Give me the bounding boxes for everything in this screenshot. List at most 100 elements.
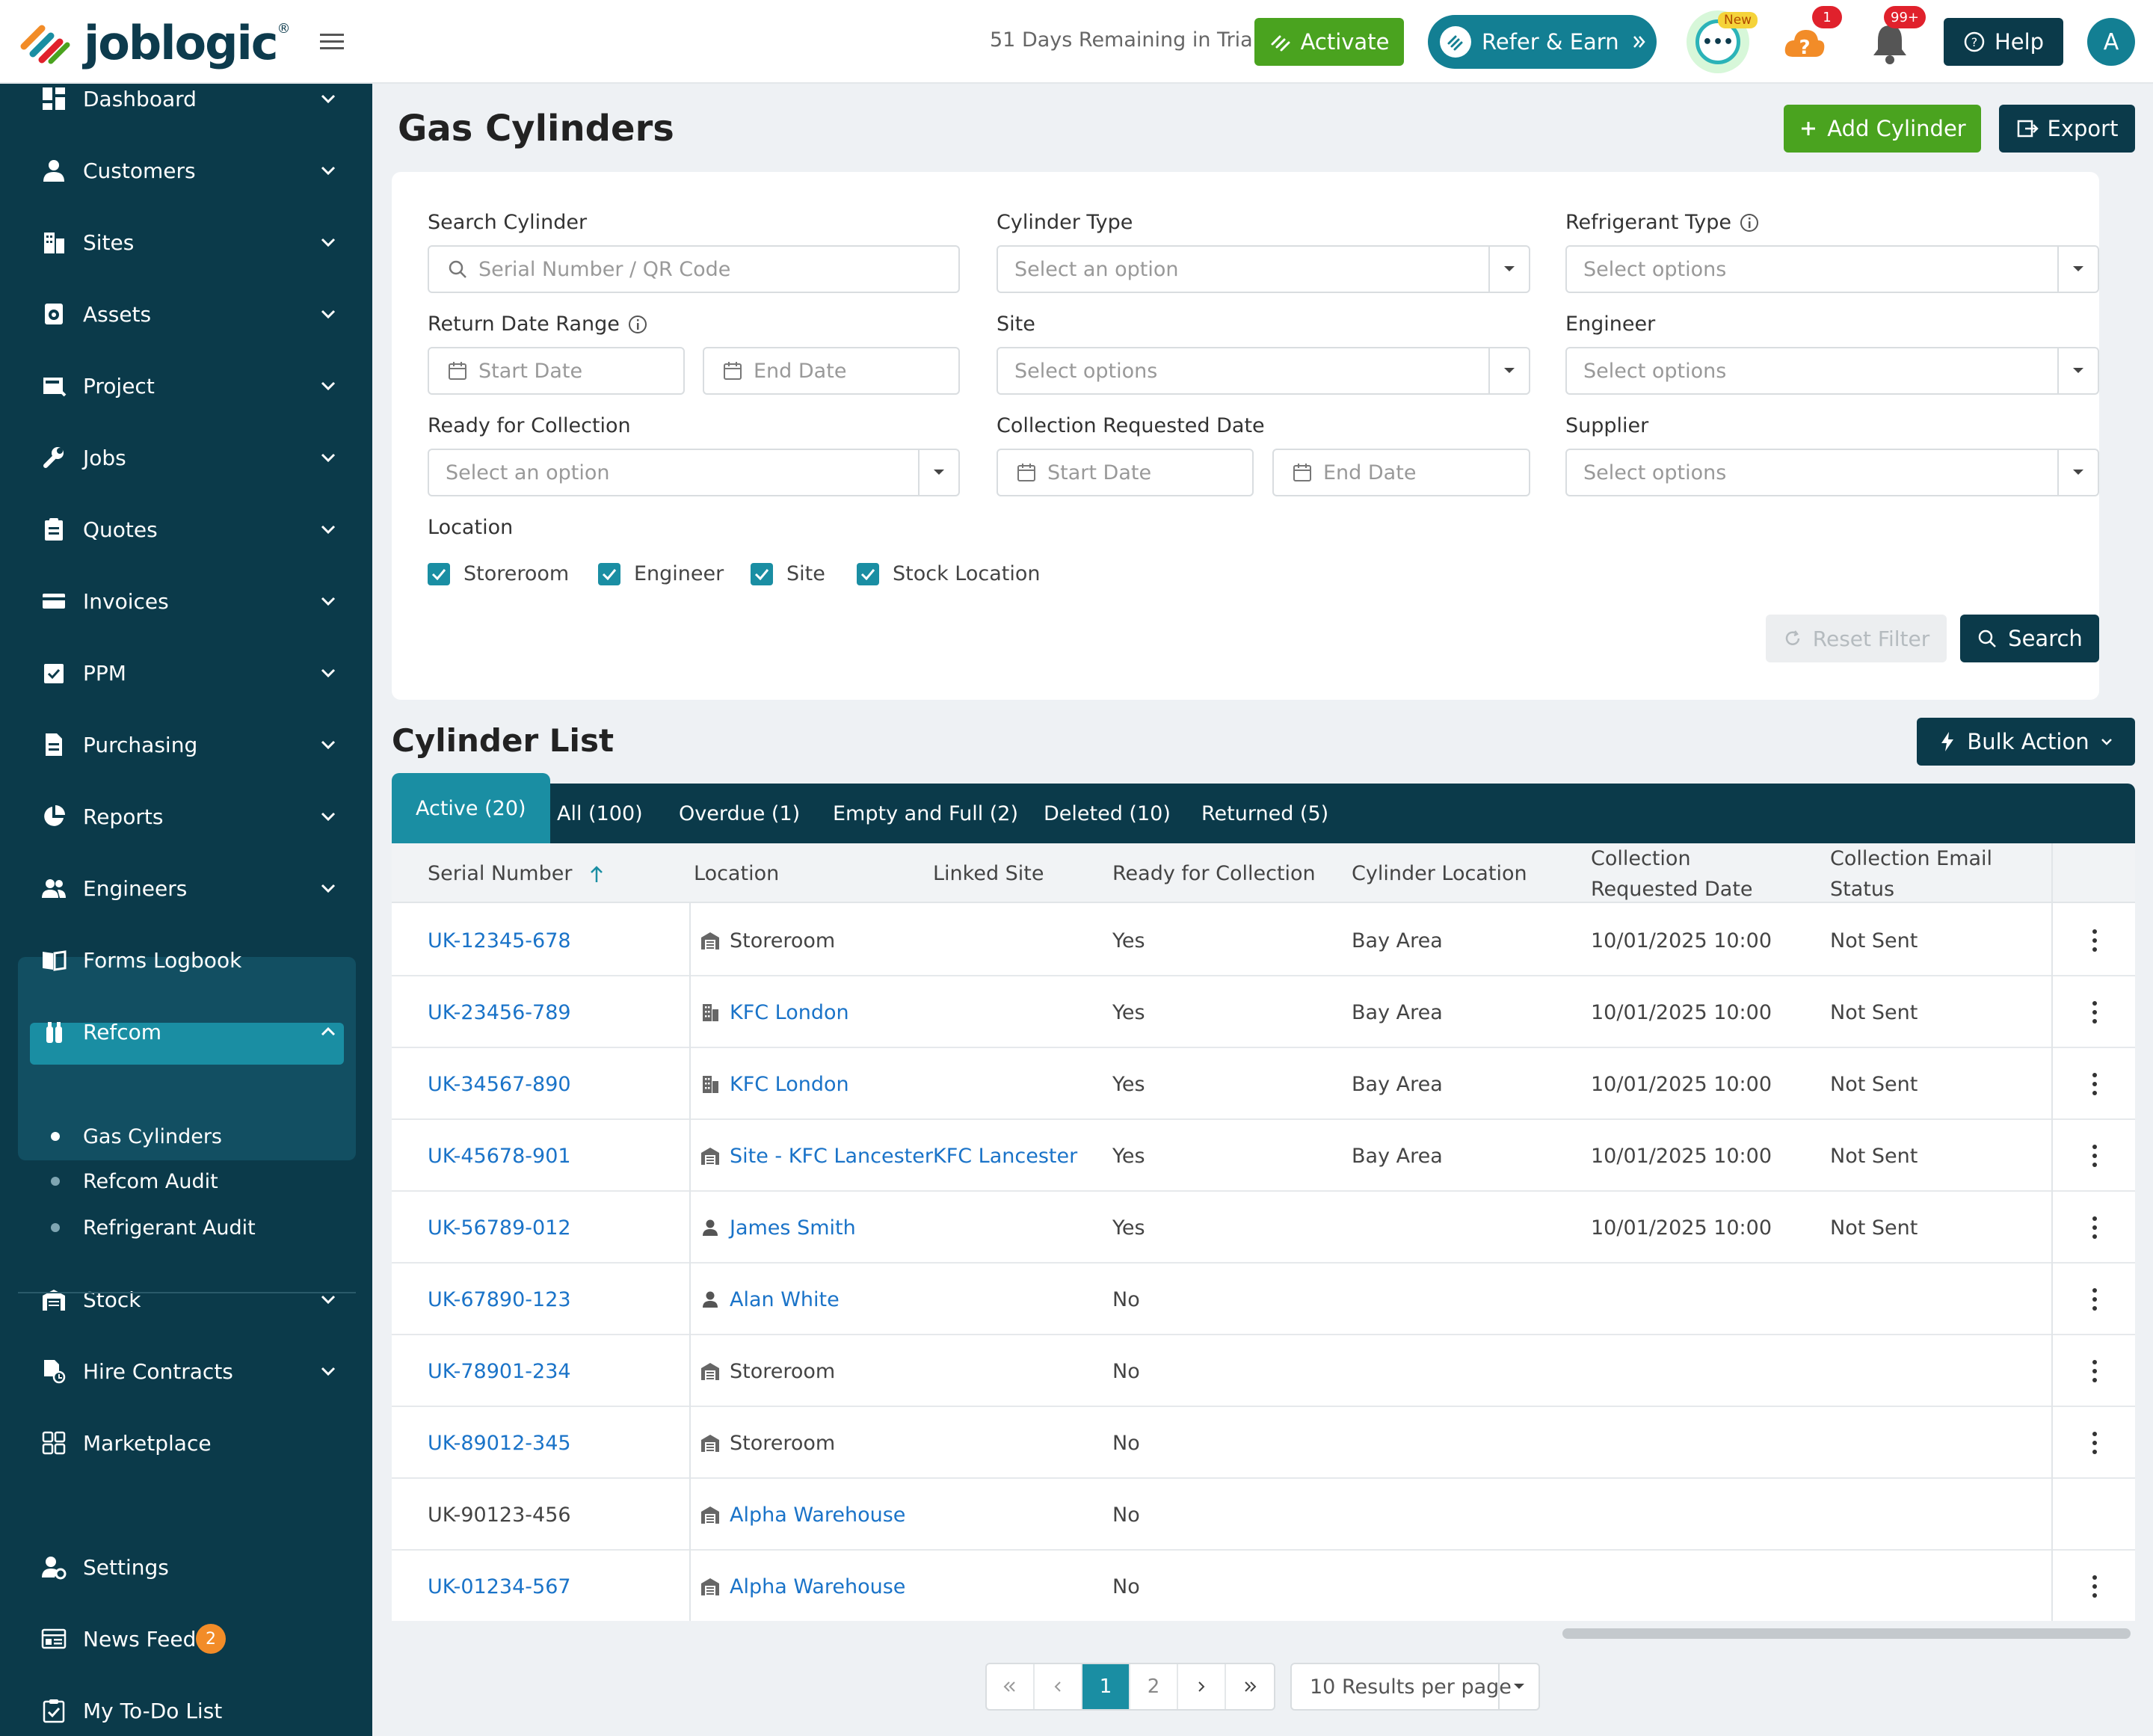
column-header-collection-email-status[interactable]: Collection Email Status: [1830, 843, 1992, 905]
location-cell[interactable]: KFC London: [700, 1048, 849, 1120]
sidebar-item-quotes[interactable]: Quotes: [0, 499, 372, 559]
table-row[interactable]: UK-56789-012 James Smith Yes 10/01/2025 10…: [392, 1192, 2135, 1263]
sidebar-item-engineers[interactable]: Engineers: [0, 858, 372, 918]
location-cell[interactable]: Alpha Warehouse: [700, 1479, 905, 1551]
tab-returned[interactable]: Returned (5): [1201, 784, 1328, 843]
sidebar-item-refcom[interactable]: Refcom: [0, 1002, 372, 1062]
more-actions-icon[interactable]: [2089, 927, 2101, 954]
table-row[interactable]: UK-90123-456 Alpha Warehouse No: [392, 1479, 2135, 1551]
more-actions-icon[interactable]: [2089, 1573, 2101, 1600]
column-header-ready[interactable]: Ready for Collection: [1112, 858, 1316, 889]
reset-filter-button[interactable]: Reset Filter: [1766, 615, 1947, 662]
table-row[interactable]: UK-01234-567 Alpha Warehouse No: [392, 1551, 2135, 1621]
sidebar-item-news-feed[interactable]: News Feed: [0, 1609, 372, 1669]
sidebar-item-hire-contracts[interactable]: Hire Contracts: [0, 1341, 372, 1401]
serial-number-cell[interactable]: UK-34567-890: [428, 1048, 571, 1120]
sidebar-item-invoices[interactable]: Invoices: [0, 571, 372, 631]
tab-all[interactable]: All (100): [557, 784, 643, 843]
results-per-page-select[interactable]: 10 Results per page: [1290, 1663, 1540, 1711]
more-actions-icon[interactable]: [2089, 999, 2101, 1026]
serial-number-cell[interactable]: UK-01234-567: [428, 1551, 571, 1621]
first-page-button[interactable]: [987, 1664, 1035, 1709]
add-cylinder-button[interactable]: Add Cylinder: [1784, 105, 1981, 153]
sidebar-item-sites[interactable]: Sites: [0, 212, 372, 272]
location-checkbox-stock-location[interactable]: Stock Location: [857, 562, 1041, 585]
column-header-linked-site[interactable]: Linked Site: [933, 858, 1044, 889]
tab-empty-and-full[interactable]: Empty and Full (2): [833, 784, 1018, 843]
location-checkbox-engineer[interactable]: Engineer: [598, 562, 724, 585]
site-select[interactable]: Select options: [997, 347, 1530, 395]
more-actions-icon[interactable]: [2089, 1214, 2101, 1241]
tab-overdue[interactable]: Overdue (1): [679, 784, 800, 843]
sidebar-item-purchasing[interactable]: Purchasing: [0, 715, 372, 775]
sidebar-item-my-to-do-list[interactable]: My To-Do List: [0, 1681, 372, 1736]
next-page-button[interactable]: [1178, 1664, 1226, 1709]
more-actions-icon[interactable]: [2089, 1142, 2101, 1169]
info-icon[interactable]: [627, 314, 648, 335]
question-cloud-icon[interactable]: ?: [1782, 24, 1827, 60]
serial-number-cell[interactable]: UK-12345-678: [428, 905, 571, 976]
sidebar-item-dashboard[interactable]: Dashboard: [0, 84, 372, 129]
location-checkbox-storeroom[interactable]: Storeroom: [428, 562, 569, 585]
tab-deleted[interactable]: Deleted (10): [1044, 784, 1171, 843]
tab-active[interactable]: Active (20): [392, 773, 550, 843]
table-row[interactable]: UK-23456-789 KFC London Yes Bay Area 10/01/…: [392, 976, 2135, 1048]
table-row[interactable]: UK-78901-234 Storeroom No: [392, 1335, 2135, 1407]
linked-site-cell[interactable]: KFC Lancester: [933, 1120, 1077, 1192]
page-button-1[interactable]: 1: [1082, 1664, 1130, 1709]
bulk-action-button[interactable]: Bulk Action: [1917, 718, 2135, 766]
sidebar-subitem-refrigerant-audit[interactable]: Refrigerant Audit: [30, 1207, 344, 1249]
more-actions-icon[interactable]: [2089, 1358, 2101, 1385]
return-end-date-input[interactable]: End Date: [703, 347, 960, 395]
column-header-cylinder-location[interactable]: Cylinder Location: [1352, 858, 1527, 889]
return-start-date-input[interactable]: Start Date: [428, 347, 685, 395]
sidebar-item-reports[interactable]: Reports: [0, 787, 372, 846]
location-cell[interactable]: Site - KFC Lancester: [700, 1120, 933, 1192]
help-button[interactable]: ? Help: [1944, 18, 2063, 66]
serial-number-cell[interactable]: UK-67890-123: [428, 1263, 571, 1335]
column-header-location[interactable]: Location: [694, 858, 779, 889]
supplier-select[interactable]: Select options: [1565, 449, 2099, 496]
table-row[interactable]: UK-12345-678 Storeroom Yes Bay Area 10/01/2…: [392, 905, 2135, 976]
sidebar-item-project[interactable]: Project: [0, 356, 372, 416]
sidebar-item-jobs[interactable]: Jobs: [0, 428, 372, 487]
serial-number-cell[interactable]: UK-45678-901: [428, 1120, 571, 1192]
serial-number-cell[interactable]: UK-78901-234: [428, 1335, 571, 1407]
collection-end-date-input[interactable]: End Date: [1272, 449, 1530, 496]
collection-start-date-input[interactable]: Start Date: [997, 449, 1254, 496]
sidebar-item-stock[interactable]: Stock: [0, 1269, 372, 1329]
location-cell[interactable]: James Smith: [700, 1192, 856, 1263]
sidebar-subitem-gas-cylinders[interactable]: Gas Cylinders: [30, 1115, 344, 1157]
table-row[interactable]: UK-67890-123 Alan White No: [392, 1263, 2135, 1335]
column-header-collection-requested-date[interactable]: Collection Requested Date: [1591, 843, 1753, 905]
more-actions-icon[interactable]: [2089, 1071, 2101, 1098]
ready-for-collection-select[interactable]: Select an option: [428, 449, 960, 496]
refrigerant-type-select[interactable]: Select options: [1565, 245, 2099, 293]
joblogic-logo[interactable]: joblogic ®: [16, 16, 290, 70]
activate-button[interactable]: Activate: [1254, 18, 1404, 66]
sidebar-item-ppm[interactable]: PPM: [0, 643, 372, 703]
page-button-2[interactable]: 2: [1130, 1664, 1178, 1709]
serial-number-cell[interactable]: UK-89012-345: [428, 1407, 571, 1479]
more-actions-icon[interactable]: [2089, 1429, 2101, 1456]
location-cell[interactable]: KFC London: [700, 976, 849, 1048]
hamburger-menu-icon[interactable]: [317, 27, 347, 57]
search-button[interactable]: Search: [1960, 615, 2099, 662]
search-cylinder-input[interactable]: Serial Number / QR Code: [428, 245, 960, 293]
cylinder-type-select[interactable]: Select an option: [997, 245, 1530, 293]
serial-number-cell[interactable]: UK-23456-789: [428, 976, 571, 1048]
sidebar-item-customers[interactable]: Customers: [0, 141, 372, 200]
table-row[interactable]: UK-89012-345 Storeroom No: [392, 1407, 2135, 1479]
serial-number-cell[interactable]: UK-56789-012: [428, 1192, 571, 1263]
more-actions-icon[interactable]: [2089, 1286, 2101, 1313]
prev-page-button[interactable]: [1035, 1664, 1082, 1709]
table-row[interactable]: UK-45678-901 Site - KFC Lancester KFC Lan…: [392, 1120, 2135, 1192]
horizontal-scrollbar[interactable]: [1562, 1628, 2131, 1639]
refer-and-earn-button[interactable]: Refer & Earn: [1428, 15, 1657, 69]
sidebar-item-forms-logbook[interactable]: Forms Logbook: [0, 930, 372, 990]
last-page-button[interactable]: [1226, 1664, 1274, 1709]
sidebar-item-assets[interactable]: Assets: [0, 284, 372, 344]
table-row[interactable]: UK-34567-890 KFC London Yes Bay Area 10/01/…: [392, 1048, 2135, 1120]
export-button[interactable]: Export: [1999, 105, 2135, 153]
engineer-select[interactable]: Select options: [1565, 347, 2099, 395]
